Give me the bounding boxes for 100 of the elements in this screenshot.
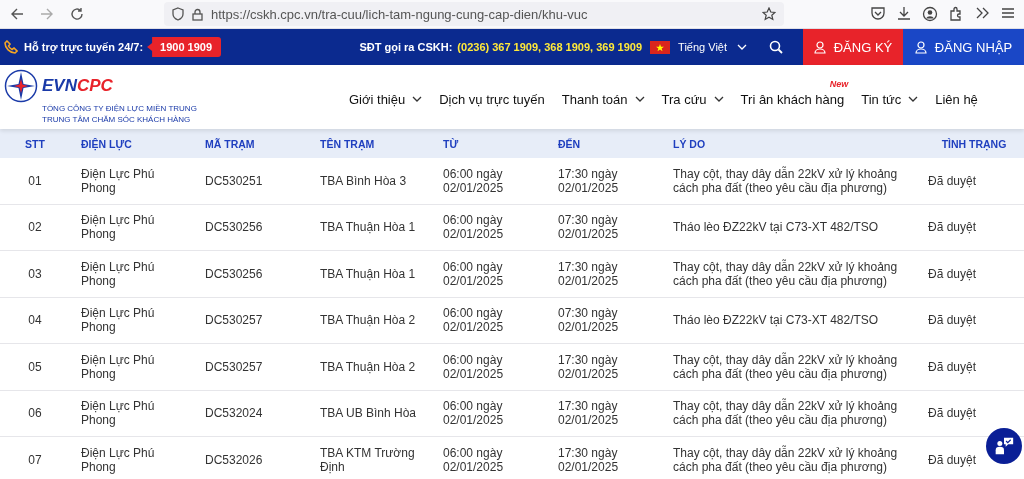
shield-icon xyxy=(172,7,184,21)
table-cell-text: 06:00 ngày 02/01/2025 xyxy=(442,306,505,335)
table-cell-text: Điện Lực Phú Phong xyxy=(80,445,156,474)
flag-icon xyxy=(650,40,671,54)
column-header: MÃ TRẠM xyxy=(204,137,256,150)
cskh-phones: (0236) 367 1909, 368 1909, 369 1909 xyxy=(457,41,643,53)
nav-item[interactable]: Thanh toán xyxy=(561,91,628,107)
column-header: LÝ DO xyxy=(672,137,707,150)
cskh-label: SĐT gọi ra CSKH: xyxy=(359,41,453,53)
chat-support-button[interactable] xyxy=(986,428,1022,464)
nav-item[interactable]: Tin tức xyxy=(861,91,902,107)
logo-wordmark: EVNCPC xyxy=(42,76,113,96)
column-header: ĐẾN xyxy=(557,137,582,150)
table-cell-text: Đã duyệt xyxy=(927,359,978,374)
table-cell-text: DC532024 xyxy=(204,406,264,421)
table-cell-text: 17:30 ngày 02/01/2025 xyxy=(557,399,620,428)
table-cell-text: 04 xyxy=(27,313,43,328)
account-icon[interactable] xyxy=(922,6,938,22)
search-icon[interactable] xyxy=(769,40,783,54)
table-cell-text: DC530257 xyxy=(204,359,264,374)
table-cell-text: Tháo lèo ĐZ22kV tại C73-XT 482/TSO xyxy=(672,220,880,235)
table-cell-text: 01 xyxy=(27,173,43,188)
back-icon[interactable] xyxy=(10,7,24,21)
table-cell-text: 06:00 ngày 02/01/2025 xyxy=(442,213,505,242)
table-cell-text: DC530256 xyxy=(204,266,264,281)
table-cell-text: 17:30 ngày 02/01/2025 xyxy=(557,352,620,381)
company-name: TỔNG CÔNG TY ĐIỆN LỰC MIỀN TRUNG xyxy=(42,103,198,114)
table-cell-text: TBA Bình Hòa 3 xyxy=(319,173,408,188)
nav-item[interactable]: Tri ân khách hàng xyxy=(740,91,845,107)
table-cell-text: Đã duyệt xyxy=(927,220,978,235)
table-cell-text: 17:30 ngày 02/01/2025 xyxy=(557,445,620,474)
pocket-icon[interactable] xyxy=(870,6,886,20)
table-cell-text: 07:30 ngày 02/01/2025 xyxy=(557,213,620,242)
table-cell-text: TBA UB Bình Hòa xyxy=(319,406,418,421)
caret-icon xyxy=(737,44,747,50)
table-cell-text: DC530251 xyxy=(204,173,264,188)
column-header: TÌNH TRẠNG xyxy=(940,137,1008,150)
overflow-icon[interactable] xyxy=(974,6,990,20)
table-cell-text: Đã duyệt xyxy=(927,173,978,188)
table-cell-text: Thay cột, thay dây dẫn 22kV xử lý khoảng cách pha đất (theo yêu cầu địa phương) xyxy=(672,399,899,428)
address-bar[interactable]: https://cskh.cpc.vn/tra-cuu/lich-tam-ngung-cung-cap-dien/khu-vuc xyxy=(164,2,784,26)
nav-item[interactable]: Giới thiệu xyxy=(349,91,406,107)
table-cell-text: DC532026 xyxy=(204,452,264,467)
table-cell-text: Thay cột, thay dây dẫn 22kV xử lý khoảng cách pha đất (theo yêu cầu địa phương) xyxy=(672,445,899,474)
table-cell-text: 06 xyxy=(27,406,43,421)
column-header: STT xyxy=(24,137,46,150)
table-cell-text: 07:30 ngày 02/01/2025 xyxy=(557,306,620,335)
table-cell-text: Đã duyệt xyxy=(927,266,978,281)
chat-icon xyxy=(993,436,1015,456)
reload-icon[interactable] xyxy=(70,7,84,21)
table-cell-text: Điện Lực Phú Phong xyxy=(80,399,156,428)
table-cell-text: 17:30 ngày 02/01/2025 xyxy=(557,166,620,195)
table-cell-text: TBA Thuận Hòa 2 xyxy=(319,313,417,328)
table-cell-text: 06:00 ngày 02/01/2025 xyxy=(442,259,505,288)
star-icon[interactable] xyxy=(762,7,776,21)
download-icon[interactable] xyxy=(896,6,912,20)
table-cell-text: 07 xyxy=(27,452,43,467)
extensions-icon[interactable] xyxy=(948,6,964,22)
table-cell-text: Điện Lực Phú Phong xyxy=(80,306,156,335)
table-cell-text: Điện Lực Phú Phong xyxy=(80,213,156,242)
table-cell-text: DC530257 xyxy=(204,313,264,328)
support-label: Hỗ trợ trực tuyến 24/7: xyxy=(24,41,144,53)
table-cell-text: TBA Thuận Hòa 1 xyxy=(319,220,417,235)
lock-icon xyxy=(192,7,203,21)
table-cell-text: Điện Lực Phú Phong xyxy=(80,259,156,288)
table-cell-text: TBA Thuận Hòa 2 xyxy=(319,359,417,374)
table-cell-text: TBA Thuận Hòa 1 xyxy=(319,266,417,281)
table-cell-text: 06:00 ngày 02/01/2025 xyxy=(442,445,505,474)
table-cell-text: 05 xyxy=(27,359,43,374)
center-name: TRUNG TÂM CHĂM SÓC KHÁCH HÀNG xyxy=(42,114,192,125)
nav-item[interactable]: Tra cứu xyxy=(661,91,707,107)
register-button[interactable]: ĐĂNG KÝ xyxy=(803,29,903,65)
table-cell-text: Điện Lực Phú Phong xyxy=(80,352,156,381)
language-selector[interactable]: Tiếng Việt xyxy=(678,41,727,53)
table-cell-text: Thay cột, thay dây dẫn 22kV xử lý khoảng cách pha đất (theo yêu cầu địa phương) xyxy=(672,352,899,381)
phone-icon xyxy=(4,40,18,54)
nav-item[interactable]: Dịch vụ trực tuyến xyxy=(439,91,545,107)
table-cell-text: Thay cột, thay dây dẫn 22kV xử lý khoảng cách pha đất (theo yêu cầu địa phương) xyxy=(672,166,899,195)
nav-item[interactable]: Liên hệ xyxy=(935,91,978,107)
hotline-number[interactable]: 1900 1909 xyxy=(147,37,222,57)
table-cell-text: Tháo lèo ĐZ22kV tại C73-XT 482/TSO xyxy=(672,313,880,328)
table-cell-text: Điện Lực Phú Phong xyxy=(80,166,156,195)
user-icon xyxy=(813,40,826,54)
login-button[interactable]: ĐĂNG NHẬP xyxy=(903,29,1024,65)
table-cell-text: DC530256 xyxy=(204,220,264,235)
table-cell-text: 06:00 ngày 02/01/2025 xyxy=(442,399,505,428)
table-cell-text: Đã duyệt xyxy=(927,406,978,421)
table-cell-text: Đã duyệt xyxy=(927,313,978,328)
new-label: New xyxy=(829,78,849,89)
table-cell-text: Đã duyệt xyxy=(927,452,978,467)
table-cell-text: 06:00 ngày 02/01/2025 xyxy=(442,352,505,381)
table-cell-text: 06:00 ngày 02/01/2025 xyxy=(442,166,505,195)
column-header: ĐIỆN LỰC xyxy=(80,137,133,150)
table-cell-text: Thay cột, thay dây dẫn 22kV xử lý khoảng cách pha đất (theo yêu cầu địa phương) xyxy=(672,259,899,288)
table-cell-text: TBA KTM Trường Định xyxy=(319,445,416,474)
menu-icon[interactable] xyxy=(1000,6,1016,20)
logo-icon xyxy=(4,69,38,103)
user-icon xyxy=(914,40,927,54)
table-cell-text: 03 xyxy=(27,266,43,281)
table-cell-text: 02 xyxy=(27,220,43,235)
